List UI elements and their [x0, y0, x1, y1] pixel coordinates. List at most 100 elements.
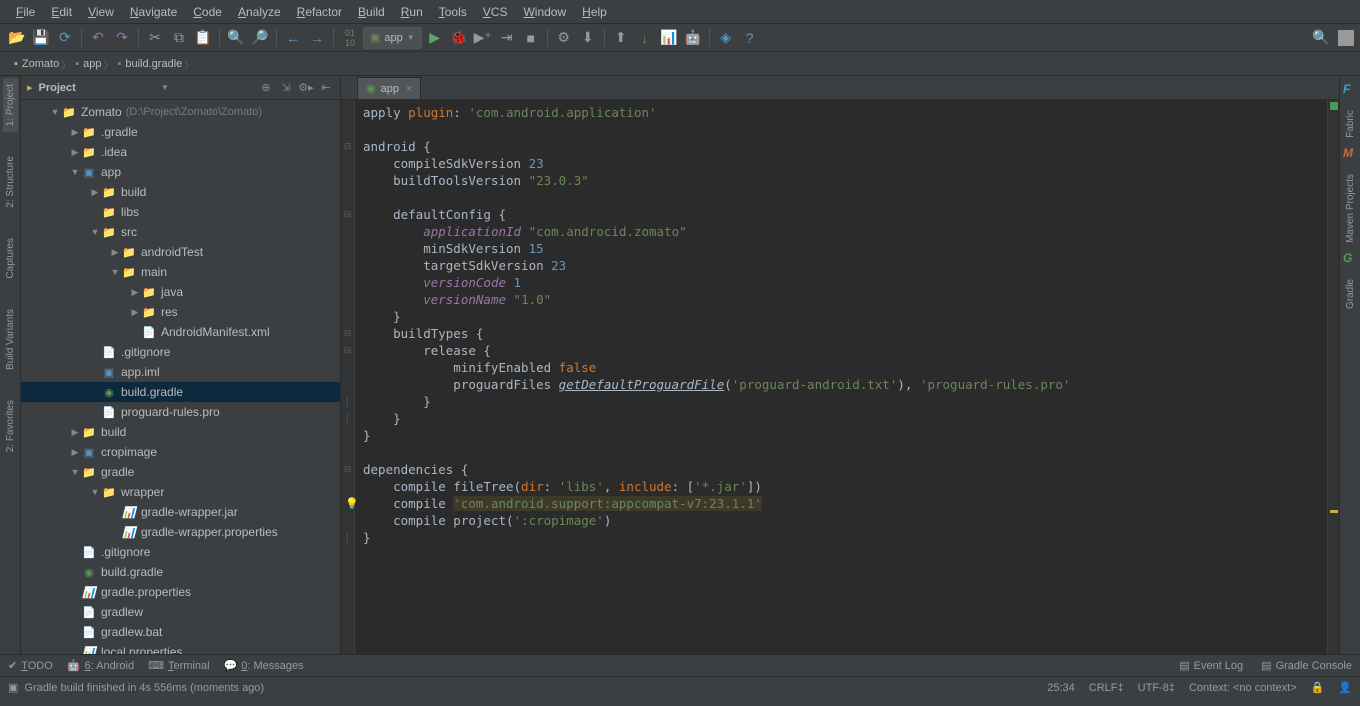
replace-icon[interactable]: 🔎	[249, 27, 271, 49]
menu-run[interactable]: Run	[393, 2, 431, 22]
error-stripe[interactable]	[1327, 100, 1339, 654]
code-editor[interactable]: apply plugin: 'com.android.application' …	[355, 100, 1327, 654]
avd-icon[interactable]: ⚙	[553, 27, 575, 49]
menu-code[interactable]: Code	[185, 2, 230, 22]
tree-arrow-icon[interactable]: ▼	[89, 487, 101, 497]
fold-gutter[interactable]: ⊟⊟⊟⊟││⊟│	[341, 100, 355, 654]
save-icon[interactable]: 💾	[30, 27, 52, 49]
toggle-toolwindows-icon[interactable]: ▣	[8, 681, 18, 694]
menu-window[interactable]: Window	[515, 2, 574, 22]
tree-item[interactable]: ▶📁res	[21, 302, 340, 322]
menu-refactor[interactable]: Refactor	[289, 2, 350, 22]
debug-icon[interactable]: 🐞	[448, 27, 470, 49]
menu-file[interactable]: File	[8, 2, 43, 22]
make-icon[interactable]: 0110	[339, 27, 361, 49]
tree-item[interactable]: ▼📁main	[21, 262, 340, 282]
close-icon[interactable]: ×	[406, 83, 412, 95]
menu-edit[interactable]: Edit	[43, 2, 80, 22]
search-everywhere-icon[interactable]: 🔍	[1310, 27, 1332, 49]
line-separator[interactable]: CRLF‡	[1089, 682, 1124, 694]
android-icon[interactable]: 🤖	[682, 27, 704, 49]
right-tab-mavenprojects[interactable]: Maven Projects	[1343, 166, 1358, 245]
help-icon[interactable]: ?	[739, 27, 761, 49]
find-icon[interactable]: 🔍	[225, 27, 247, 49]
intention-bulb-icon[interactable]: 💡	[345, 495, 359, 512]
tool1-icon[interactable]: ⬆	[610, 27, 632, 49]
attach-icon[interactable]: ⇥	[496, 27, 518, 49]
hide-icon[interactable]: ⇤	[318, 80, 334, 96]
bottom-tab-terminal[interactable]: ⌨Terminal	[148, 659, 209, 672]
tree-item[interactable]: ▼📁Zomato(D:\Project\Zomato\Zomato)	[21, 102, 340, 122]
structure-icon[interactable]: ◈	[715, 27, 737, 49]
tree-item[interactable]: 📊gradle-wrapper.jar	[21, 502, 340, 522]
tree-arrow-icon[interactable]: ▼	[69, 167, 81, 177]
tree-arrow-icon[interactable]: ▼	[109, 267, 121, 277]
left-tab-favorites[interactable]: 2: Favorites	[3, 394, 18, 458]
tree-item[interactable]: ▶📁build	[21, 182, 340, 202]
undo-icon[interactable]: ↶	[87, 27, 109, 49]
tree-item[interactable]: ▶▣cropimage	[21, 442, 340, 462]
right-tab-fabric[interactable]: Fabric	[1343, 102, 1358, 140]
lock-icon[interactable]: 🔒	[1311, 681, 1325, 694]
left-tab-buildvariants[interactable]: Build Variants	[3, 303, 18, 376]
tree-item[interactable]: 📄AndroidManifest.xml	[21, 322, 340, 342]
context-label[interactable]: Context: <no context>	[1189, 682, 1297, 694]
tree-arrow-icon[interactable]: ▶	[69, 447, 81, 458]
menu-help[interactable]: Help	[574, 2, 615, 22]
tree-arrow-icon[interactable]: ▶	[69, 127, 81, 138]
menu-build[interactable]: Build	[350, 2, 393, 22]
tree-item[interactable]: 📊gradle.properties	[21, 582, 340, 602]
menu-analyze[interactable]: Analyze	[230, 2, 289, 22]
tree-item[interactable]: 📄gradlew	[21, 602, 340, 622]
tree-arrow-icon[interactable]: ▶	[69, 147, 81, 158]
redo-icon[interactable]: ↷	[111, 27, 133, 49]
cut-icon[interactable]: ✂	[144, 27, 166, 49]
tree-item[interactable]: 📁libs	[21, 202, 340, 222]
tree-item[interactable]: 📊gradle-wrapper.properties	[21, 522, 340, 542]
tree-item[interactable]: 📊local.properties	[21, 642, 340, 654]
tree-item[interactable]: ▼📁gradle	[21, 462, 340, 482]
profile-icon[interactable]: ▶⁺	[472, 27, 494, 49]
breadcrumb[interactable]: ▪Zomato	[8, 54, 69, 74]
copy-icon[interactable]: ⧉	[168, 27, 190, 49]
bottom-tab-gradleconsole[interactable]: ▤Gradle Console	[1261, 659, 1352, 672]
scroll-to-icon[interactable]: ⊕	[258, 80, 274, 96]
paste-icon[interactable]: 📋	[192, 27, 214, 49]
tree-item[interactable]: 📄proguard-rules.pro	[21, 402, 340, 422]
tree-arrow-icon[interactable]: ▼	[69, 467, 81, 477]
menu-vcs[interactable]: VCS	[475, 2, 516, 22]
hector-icon[interactable]: 👤	[1338, 681, 1352, 694]
tree-arrow-icon[interactable]: ▶	[129, 307, 141, 318]
bottom-tab-messages[interactable]: 💬0: Messages	[224, 659, 304, 672]
tree-item[interactable]: ▶📁.idea	[21, 142, 340, 162]
open-icon[interactable]: 📂	[6, 27, 28, 49]
settings-icon[interactable]: ⚙▸	[298, 80, 314, 96]
tree-item[interactable]: ◉build.gradle	[21, 562, 340, 582]
tree-arrow-icon[interactable]: ▼	[49, 107, 61, 117]
bottom-tab-android[interactable]: 🤖6: Android	[67, 659, 134, 672]
tree-item[interactable]: 📄.gitignore	[21, 342, 340, 362]
run-icon[interactable]: ▶	[424, 27, 446, 49]
tree-item[interactable]: ▼📁src	[21, 222, 340, 242]
tool3-icon[interactable]: 📊	[658, 27, 680, 49]
tree-arrow-icon[interactable]: ▶	[69, 427, 81, 438]
breadcrumb[interactable]: ▪build.gradle	[111, 54, 192, 74]
tree-item[interactable]: ▼📁wrapper	[21, 482, 340, 502]
tree-item[interactable]: ▣app.iml	[21, 362, 340, 382]
run-config-selector[interactable]: ▣ app ▼	[363, 27, 422, 49]
bottom-tab-eventlog[interactable]: ▤Event Log	[1179, 659, 1243, 672]
tree-item[interactable]: ▶📁build	[21, 422, 340, 442]
tree-arrow-icon[interactable]: ▶	[109, 247, 121, 258]
tree-item[interactable]: ◉build.gradle	[21, 382, 340, 402]
tree-arrow-icon[interactable]: ▶	[129, 287, 141, 298]
menu-view[interactable]: View	[80, 2, 122, 22]
tree-arrow-icon[interactable]: ▼	[89, 227, 101, 237]
breadcrumb[interactable]: ▪app	[69, 54, 111, 74]
tree-item[interactable]: ▶📁java	[21, 282, 340, 302]
left-tab-captures[interactable]: Captures	[3, 232, 18, 285]
tree-item[interactable]: ▼▣app	[21, 162, 340, 182]
tree-item[interactable]: ▶📁androidTest	[21, 242, 340, 262]
project-tree[interactable]: ▼📁Zomato(D:\Project\Zomato\Zomato)▶📁.gra…	[21, 100, 340, 654]
editor-tab[interactable]: ◉ app ×	[357, 77, 421, 99]
left-tab-project[interactable]: 1: Project	[3, 78, 18, 132]
